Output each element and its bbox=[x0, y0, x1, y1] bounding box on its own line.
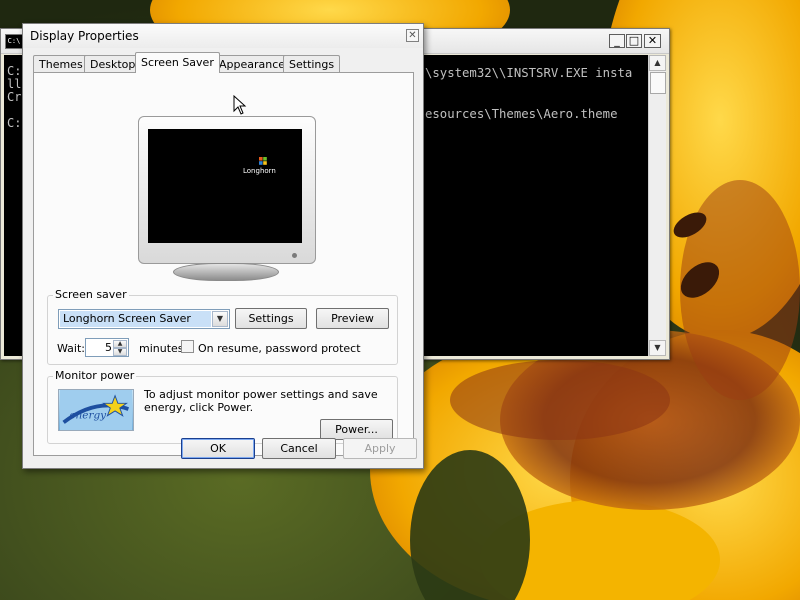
chevron-down-icon[interactable]: ▼ bbox=[212, 311, 228, 327]
settings-button[interactable]: Settings bbox=[235, 308, 307, 329]
wait-updown-control[interactable]: ▲ ▼ bbox=[113, 340, 127, 356]
monitor-stand bbox=[173, 263, 279, 281]
console-left-text: C: ll Cr C: bbox=[7, 64, 22, 130]
ok-button[interactable]: OK bbox=[181, 438, 255, 459]
spin-down-arrow-icon[interactable]: ▼ bbox=[113, 348, 127, 356]
screen-saver-group: Screen saver Longhorn Screen Saver ▼ Set… bbox=[47, 289, 398, 365]
spin-up-arrow-icon[interactable]: ▲ bbox=[113, 340, 127, 348]
scroll-thumb[interactable] bbox=[650, 72, 666, 94]
screen-saver-tab-panel: Longhorn Screen saver Longhorn Screen Sa… bbox=[33, 72, 414, 456]
mouse-cursor-icon bbox=[233, 95, 247, 115]
monitor-power-description: To adjust monitor power settings and sav… bbox=[144, 388, 378, 414]
tab-screen-saver[interactable]: Screen Saver bbox=[135, 52, 220, 73]
tab-themes[interactable]: Themes bbox=[33, 55, 89, 72]
preview-logo-text: Longhorn bbox=[243, 167, 276, 175]
preview-button[interactable]: Preview bbox=[316, 308, 389, 329]
tab-appearance[interactable]: Appearance bbox=[213, 55, 292, 72]
apply-button[interactable]: Apply bbox=[343, 438, 417, 459]
scroll-down-arrow-icon[interactable]: ▼ bbox=[649, 340, 666, 356]
wait-label: Wait: bbox=[57, 342, 85, 355]
dialog-close-button[interactable]: ✕ bbox=[406, 29, 419, 42]
wait-minutes-spinner[interactable]: 5 ▲ ▼ bbox=[85, 338, 129, 357]
minutes-label: minutes bbox=[139, 342, 184, 355]
monitor-power-group-label: Monitor power bbox=[53, 369, 137, 382]
console-close-button[interactable]: ✕ bbox=[644, 34, 661, 48]
cancel-button[interactable]: Cancel bbox=[262, 438, 336, 459]
windows-logo-icon bbox=[259, 157, 267, 165]
scroll-up-arrow-icon[interactable]: ▲ bbox=[649, 55, 666, 71]
dialog-titlebar[interactable]: Display Properties ✕ bbox=[23, 24, 423, 48]
energy-star-logo-icon: energy bbox=[58, 389, 134, 431]
monitor-preview: Longhorn bbox=[138, 116, 316, 264]
wait-minutes-value[interactable]: 5 bbox=[88, 339, 112, 356]
dialog-title: Display Properties bbox=[30, 29, 139, 43]
console-minimize-button[interactable]: _ bbox=[609, 34, 625, 48]
console-right-text: \system32\\INSTSRV.EXE insta esources\Th… bbox=[425, 66, 633, 121]
password-protect-checkbox[interactable] bbox=[181, 340, 194, 353]
monitor-power-group: Monitor power energy To adjust monitor p… bbox=[47, 370, 398, 444]
console-scrollbar[interactable]: ▲ ▼ bbox=[648, 55, 666, 356]
screen-saver-select[interactable]: Longhorn Screen Saver ▼ bbox=[58, 309, 230, 329]
console-system-icon[interactable]: C:\ bbox=[5, 34, 23, 49]
console-maximize-button[interactable]: □ bbox=[626, 34, 642, 48]
tab-desktop[interactable]: Desktop bbox=[84, 55, 142, 72]
preview-screen: Longhorn bbox=[148, 129, 302, 243]
screen-saver-selected-value: Longhorn Screen Saver bbox=[60, 311, 211, 327]
svg-text:energy: energy bbox=[69, 410, 107, 422]
tab-settings[interactable]: Settings bbox=[283, 55, 341, 72]
password-protect-label[interactable]: On resume, password protect bbox=[198, 342, 361, 355]
screen-saver-group-label: Screen saver bbox=[53, 288, 129, 301]
display-properties-dialog[interactable]: Display Properties ✕ Themes Desktop Scre… bbox=[22, 23, 424, 469]
monitor-power-led bbox=[292, 253, 297, 258]
power-button[interactable]: Power... bbox=[320, 419, 393, 440]
